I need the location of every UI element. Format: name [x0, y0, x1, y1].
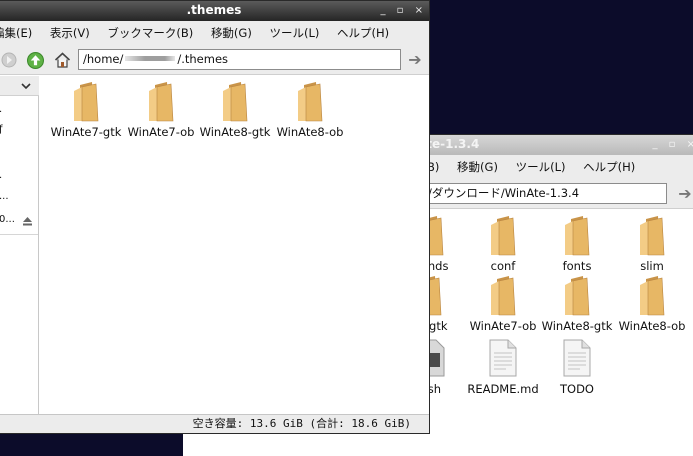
folder-icon: [565, 276, 590, 316]
file-label: README.md: [467, 382, 539, 396]
file-manager-window-background[interactable]: Ate-1.3.4 _ ▫ × B) 移動(G) ツール(L) ヘルプ(H) /…: [412, 134, 693, 456]
folder-icon: [640, 216, 665, 256]
text-file-icon: [489, 339, 517, 377]
text-file-icon: [563, 339, 591, 377]
chevron-down-icon[interactable]: [21, 82, 31, 90]
folder[interactable]: WinAte8-gtk: [197, 81, 273, 139]
folder-icon: [74, 82, 99, 122]
folder-icon: [491, 276, 516, 316]
toolbar: /home/ /.themes ➔: [0, 45, 429, 75]
forward-icon[interactable]: [1, 52, 17, 68]
folder[interactable]: WinAte7-gtk: [48, 81, 124, 139]
folder[interactable]: slim: [614, 215, 690, 273]
sidebar-item[interactable]: .: [0, 104, 39, 115]
menu-edit[interactable]: 編集(E): [0, 26, 32, 40]
menu-go[interactable]: 移動(G): [211, 26, 252, 40]
folder-icon: [298, 82, 323, 122]
folder-label: WinAte8-gtk: [199, 125, 271, 139]
menubar: B) 移動(G) ツール(L) ヘルプ(H): [413, 155, 693, 179]
go-arrow-icon[interactable]: ➔: [405, 50, 425, 70]
folder-label: WinAte8-gtk: [541, 319, 613, 333]
folder-icon: [640, 276, 665, 316]
folder-icon: [149, 82, 174, 122]
address-bar[interactable]: /ダウンロード/WinAte-1.3.4: [423, 183, 667, 204]
menu-tools[interactable]: ツール(L): [269, 26, 319, 40]
sidebar-item[interactable]: .: [0, 170, 39, 181]
folder-label: conf: [490, 259, 516, 273]
menu-go[interactable]: 移動(G): [457, 160, 498, 174]
file-label: TODO: [560, 382, 594, 396]
window-titlebar[interactable]: .themes _ ▫ ×: [0, 1, 429, 21]
sidebar-divider: [0, 234, 38, 235]
address-bar[interactable]: /home/ /.themes: [78, 49, 401, 70]
sidebar-item[interactable]: ...: [0, 191, 39, 202]
up-icon[interactable]: [27, 52, 44, 69]
sidebar-item[interactable]: ƒ: [0, 124, 39, 135]
menubar: 編集(E) 表示(V) ブックマーク(B) 移動(G) ツール(L) ヘルプ(H…: [0, 21, 429, 45]
folder[interactable]: WinAte8-ob: [272, 81, 348, 139]
menu-help[interactable]: ヘルプ(H): [583, 160, 635, 174]
folder-label: WinAte7-ob: [127, 125, 195, 139]
places-sidebar: . ƒ . ... 0...: [0, 76, 39, 414]
menu-tools[interactable]: ツール(L): [516, 160, 566, 174]
menu-bookmarks[interactable]: ブックマーク(B): [107, 26, 193, 40]
folder-icon: [223, 82, 248, 122]
folder[interactable]: WinAte8-ob: [614, 275, 690, 333]
eject-icon[interactable]: [22, 216, 33, 226]
window-titlebar[interactable]: Ate-1.3.4 _ ▫ ×: [413, 135, 693, 155]
folder-icon: [491, 216, 516, 256]
go-arrow-icon[interactable]: ➔: [675, 184, 693, 204]
toolbar: /ダウンロード/WinAte-1.3.4 ➔: [413, 179, 693, 209]
sidebar-header[interactable]: [0, 76, 39, 96]
file[interactable]: README.md: [463, 339, 543, 396]
folder-label: fonts: [562, 259, 592, 273]
folder-label: WinAte7-ob: [469, 319, 537, 333]
window-title: .themes: [186, 3, 242, 17]
redacted-username: [125, 56, 176, 61]
desktop-panel-strip: [183, 434, 423, 456]
window-controls[interactable]: _ ▫ ×: [380, 1, 427, 21]
folder[interactable]: WinAte7-ob: [123, 81, 199, 139]
folder-label: slim: [640, 259, 664, 273]
menu-view[interactable]: 表示(V): [50, 26, 90, 40]
folder-icon: [565, 216, 590, 256]
folder[interactable]: fonts: [539, 215, 615, 273]
address-suffix: /.themes: [177, 52, 229, 66]
folder[interactable]: WinAte8-gtk: [539, 275, 615, 333]
menu-help[interactable]: ヘルプ(H): [337, 26, 389, 40]
folder[interactable]: WinAte7-ob: [465, 275, 541, 333]
folder-label: WinAte8-ob: [276, 125, 344, 139]
home-icon[interactable]: [54, 52, 71, 68]
file[interactable]: TODO: [537, 339, 617, 396]
file-manager-window[interactable]: .themes _ ▫ × 編集(E) 表示(V) ブックマーク(B) 移動(G…: [0, 0, 430, 434]
sidebar-item[interactable]: 0...: [0, 214, 39, 225]
window-controls[interactable]: _ ▫ ×: [652, 135, 693, 155]
folder-label: WinAte8-ob: [618, 319, 686, 333]
folder[interactable]: conf: [465, 215, 541, 273]
folder-label: WinAte7-gtk: [50, 125, 122, 139]
status-bar: 空き容量: 13.6 GiB (合計: 18.6 GiB): [0, 414, 429, 433]
address-prefix: /home/: [83, 52, 124, 66]
